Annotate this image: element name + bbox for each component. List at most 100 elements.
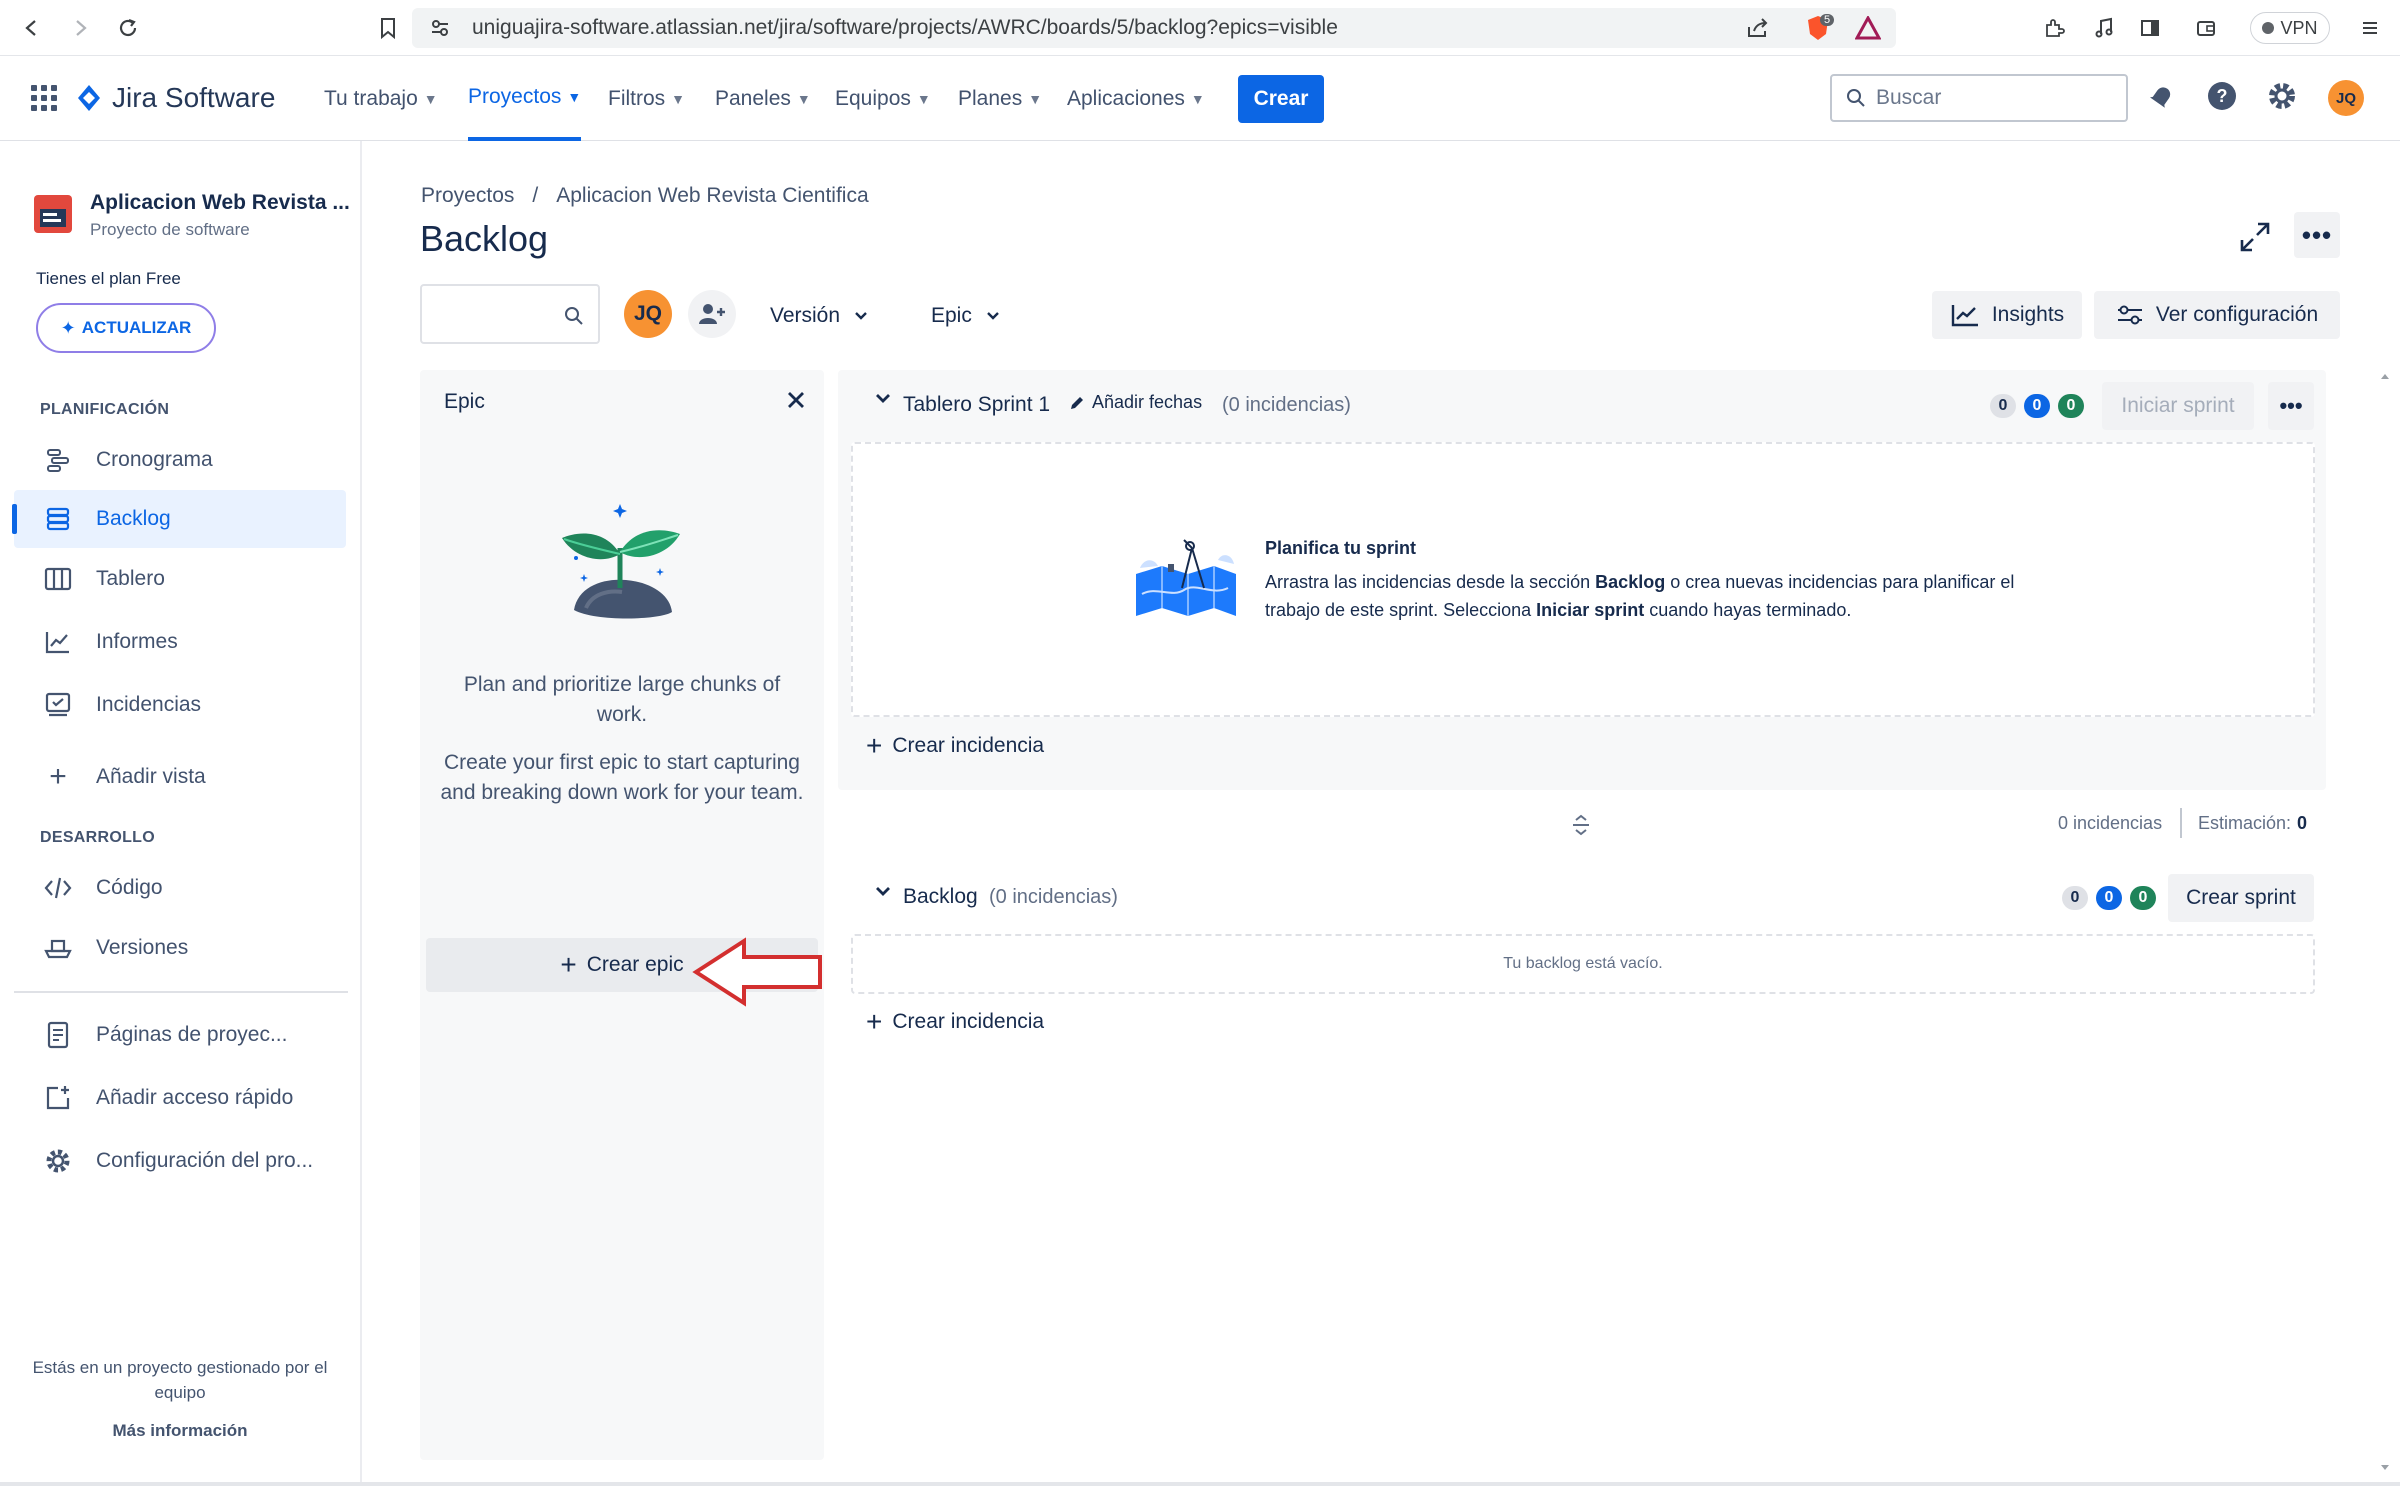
insights-icon <box>1951 305 1978 327</box>
sidebar-item-incidencias[interactable]: Incidencias <box>14 676 346 734</box>
reports-icon <box>42 626 74 658</box>
epic-filter[interactable]: Epic <box>931 298 1000 334</box>
create-button[interactable]: Crear <box>1238 75 1324 123</box>
add-people-button[interactable] <box>688 290 736 338</box>
sidebar-toggle-icon[interactable] <box>2134 12 2166 44</box>
plan-text-bold: Backlog <box>1595 572 1666 592</box>
svg-text:?: ? <box>2217 86 2228 106</box>
add-person-icon <box>699 304 725 324</box>
sprint-more-button[interactable]: ••• <box>2268 382 2314 430</box>
sidebar-item-acceso-rapido[interactable]: Añadir acceso rápido <box>14 1069 346 1127</box>
url-text[interactable]: uniguajira-software.atlassian.net/jira/s… <box>472 16 1338 40</box>
sidebar-item-label: Añadir acceso rápido <box>96 1086 294 1109</box>
nav-proyectos[interactable]: Proyectos ▼ <box>468 56 582 141</box>
sidebar-item-informes[interactable]: Informes <box>14 613 346 671</box>
view-settings-button[interactable]: Ver configuración <box>2094 291 2340 339</box>
nav-equipos[interactable]: Equipos ▼ <box>835 56 931 141</box>
sprint-create-issue-button[interactable]: + Crear incidencia <box>866 730 1044 762</box>
help-icon[interactable]: ? <box>2206 80 2238 117</box>
breadcrumb-project[interactable]: Aplicacion Web Revista Cientifica <box>556 184 868 208</box>
create-sprint-button[interactable]: Crear sprint <box>2168 874 2314 922</box>
menu-icon[interactable] <box>2354 12 2386 44</box>
total-issue-count: 0 incidencias <box>2058 813 2163 833</box>
chevron-down-icon <box>855 312 867 320</box>
version-filter[interactable]: Versión <box>770 298 868 334</box>
media-icon[interactable] <box>2088 12 2120 44</box>
nav-paneles[interactable]: Paneles ▼ <box>715 56 811 141</box>
insights-button[interactable]: Insights <box>1932 291 2082 339</box>
sprint-collapse-icon[interactable] <box>874 392 892 411</box>
search-input[interactable]: Buscar <box>1830 74 2128 122</box>
issues-icon <box>42 689 74 721</box>
nav-aplicaciones[interactable]: Aplicaciones ▼ <box>1067 56 1205 141</box>
start-sprint-button[interactable]: Iniciar sprint <box>2102 382 2254 430</box>
timeline-icon <box>42 444 74 476</box>
project-type: Proyecto de software <box>90 220 250 239</box>
sidebar-item-codigo[interactable]: Código <box>14 859 346 917</box>
sidebar-item-backlog[interactable]: Backlog <box>12 490 346 548</box>
upgrade-label: ACTUALIZAR <box>81 318 192 337</box>
reload-icon[interactable] <box>112 12 144 44</box>
sidebar-item-cronograma[interactable]: Cronograma <box>14 431 346 489</box>
back-icon[interactable] <box>16 12 48 44</box>
plan-text-part: cuando hayas terminado. <box>1644 600 1852 620</box>
site-settings-icon[interactable] <box>424 12 456 44</box>
vpn-button[interactable]: VPN <box>2250 12 2330 44</box>
backlog-name[interactable]: Backlog <box>903 885 978 909</box>
sidebar-item-versiones[interactable]: Versiones <box>14 919 346 977</box>
annotation-arrow-icon <box>692 937 822 1007</box>
sidebar-divider <box>14 991 348 993</box>
active-indicator <box>12 504 17 534</box>
sidebar-item-configuracion[interactable]: Configuración del pro... <box>14 1132 346 1190</box>
sprint-name[interactable]: Tablero Sprint 1 <box>903 393 1050 417</box>
sidebar-item-label: Backlog <box>96 507 171 530</box>
chevron-down-icon: ▼ <box>671 90 686 107</box>
breadcrumb-projects[interactable]: Proyectos <box>421 184 514 208</box>
scroll-up-icon[interactable] <box>2380 372 2390 380</box>
nav-filtros[interactable]: Filtros ▼ <box>608 56 685 141</box>
learn-more-link[interactable]: Más información <box>20 1421 340 1441</box>
wallet-icon[interactable] <box>2190 12 2222 44</box>
sidebar-item-label: Cronograma <box>96 448 213 471</box>
bookmark-icon[interactable] <box>372 12 404 44</box>
brave-rewards-icon[interactable] <box>1852 12 1884 44</box>
view-settings-label: Ver configuración <box>2155 303 2319 326</box>
extensions-icon[interactable] <box>2038 12 2070 44</box>
project-name[interactable]: Aplicacion Web Revista ... <box>90 191 350 215</box>
sidebar-item-tablero[interactable]: Tablero <box>14 550 346 608</box>
brave-badge: 5 <box>1820 14 1835 26</box>
backlog-icon <box>42 503 74 535</box>
backlog-collapse-icon[interactable] <box>874 885 892 904</box>
backlog-search-input[interactable] <box>420 284 600 344</box>
shortcut-icon <box>42 1082 74 1114</box>
search-icon <box>1847 89 1865 107</box>
scroll-down-icon[interactable] <box>2380 1464 2390 1472</box>
fullscreen-icon[interactable] <box>2238 220 2272 259</box>
more-actions-button[interactable]: ••• <box>2294 212 2340 258</box>
page-scrollbar[interactable] <box>2376 370 2394 1480</box>
sidebar-add-view[interactable]: + Añadir vista <box>14 748 346 806</box>
dev-section-title: DESARROLLO <box>40 829 155 846</box>
plan-sprint-text: Arrastra las incidencias desde la secció… <box>1265 568 2065 624</box>
nav-tu-trabajo[interactable]: Tu trabajo ▼ <box>324 56 438 141</box>
upgrade-button[interactable]: ✦ ACTUALIZAR <box>36 303 216 353</box>
user-avatar[interactable]: JQ <box>2328 80 2364 116</box>
in-progress-count-badge: 0 <box>2096 886 2122 910</box>
filter-user-avatar[interactable]: JQ <box>624 290 672 338</box>
nav-planes[interactable]: Planes ▼ <box>958 56 1042 141</box>
resize-handle-icon[interactable] <box>1570 812 1592 843</box>
jira-logo[interactable]: Jira Software <box>76 82 275 114</box>
sidebar-item-label: Configuración del pro... <box>96 1149 314 1172</box>
brave-shield-icon[interactable]: 5 <box>1802 12 1835 44</box>
settings-gear-icon[interactable] <box>2266 80 2298 117</box>
app-switcher-icon[interactable] <box>30 84 58 117</box>
estimate-summary: Estimación: 0 <box>2198 813 2307 834</box>
backlog-create-issue-button[interactable]: + Crear incidencia <box>866 1006 1044 1038</box>
jira-logo-icon <box>78 85 100 111</box>
forward-icon[interactable] <box>64 12 96 44</box>
close-icon[interactable] <box>784 388 808 417</box>
sidebar-item-paginas[interactable]: Páginas de proyec... <box>14 1006 346 1064</box>
share-icon[interactable] <box>1742 12 1774 44</box>
add-dates-button[interactable]: Añadir fechas <box>1068 392 1202 413</box>
notifications-icon[interactable] <box>2146 80 2178 117</box>
